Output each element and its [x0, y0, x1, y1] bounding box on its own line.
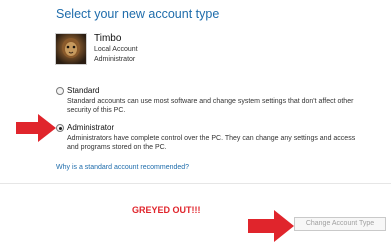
- standard-label[interactable]: Standard: [67, 86, 99, 95]
- change-account-type-button[interactable]: Change Account Type: [294, 217, 386, 231]
- user-avatar: [55, 33, 87, 65]
- red-arrow-icon: [16, 114, 56, 142]
- page-title: Select your new account type: [56, 7, 220, 21]
- greyed-out-annotation: GREYED OUT!!!: [132, 205, 201, 215]
- standard-description-line-1: Standard accounts can use most software …: [67, 98, 354, 105]
- administrator-description-line-1: Administrators have complete control ove…: [67, 135, 356, 142]
- standard-description: Standard accounts can use most software …: [67, 97, 391, 115]
- administrator-radio[interactable]: [56, 124, 64, 132]
- account-type-panel: Select your new account type Timbo Local…: [0, 0, 391, 183]
- user-account-type: Local Account: [94, 46, 138, 53]
- standard-radio[interactable]: [56, 87, 64, 95]
- why-standard-link[interactable]: Why is a standard account recommended?: [56, 164, 189, 171]
- user-role: Administrator: [94, 56, 136, 63]
- user-name: Timbo: [94, 33, 122, 44]
- administrator-label[interactable]: Administrator: [67, 123, 114, 132]
- standard-description-line-2: security of this PC.: [67, 107, 126, 114]
- administrator-description: Administrators have complete control ove…: [67, 134, 391, 152]
- red-arrow-icon: [248, 210, 294, 242]
- administrator-description-line-2: and programs stored on the PC.: [67, 144, 167, 151]
